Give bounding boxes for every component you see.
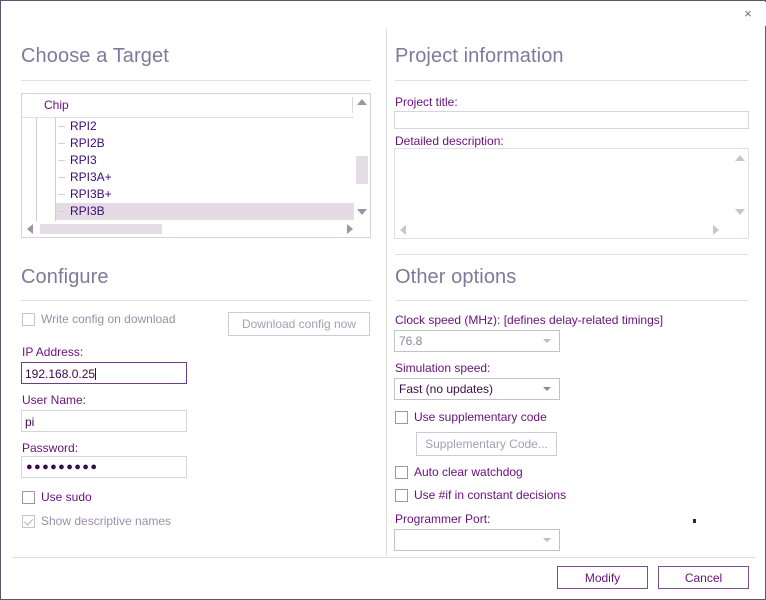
scroll-left-icon[interactable]	[400, 225, 406, 235]
tree-connector-icon	[58, 160, 65, 161]
checkbox-box-icon[interactable]	[395, 465, 408, 479]
download-config-button[interactable]: Download config now	[228, 312, 370, 336]
show-descriptive-names-checkbox: Show descriptive names	[22, 514, 171, 528]
text-caret	[95, 368, 97, 380]
choose-target-heading: Choose a Target	[21, 45, 169, 67]
footer-divider	[13, 557, 755, 558]
checkbox-box-icon	[22, 312, 35, 326]
tree-connector-icon	[58, 126, 65, 127]
chip-column-header: Chip	[44, 98, 69, 112]
scroll-up-icon[interactable]	[357, 99, 367, 105]
user-name-value: pi	[25, 415, 35, 429]
project-information-heading: Project information	[395, 45, 564, 67]
dialog-window: × Choose a Target Chip RPI2 RPI2B RPI3 R…	[0, 0, 766, 600]
configure-heading: Configure	[21, 266, 109, 288]
column-divider	[386, 29, 387, 556]
tree-item-label: RPI3A+	[70, 170, 112, 184]
tree-item-label: RPI3	[70, 153, 97, 167]
clock-speed-label: Clock speed (MHz): [defines delay-relate…	[395, 313, 664, 327]
supplementary-code-button[interactable]: Supplementary Code...	[416, 432, 557, 456]
clock-speed-combobox[interactable]: 76.8	[394, 330, 560, 352]
checkbox-box-icon[interactable]	[395, 410, 408, 424]
title-bar: ×	[2, 2, 766, 26]
use-sudo-checkbox[interactable]: Use sudo	[22, 490, 92, 504]
tree-connector-icon	[58, 194, 65, 195]
auto-clear-watchdog-checkbox[interactable]: Auto clear watchdog	[395, 465, 523, 479]
programmer-port-combobox[interactable]	[394, 529, 560, 551]
tree-item-label: RPI2	[70, 119, 97, 133]
detailed-description-label: Detailed description:	[395, 134, 504, 148]
tree-guide-line-root	[36, 118, 37, 223]
scroll-thumb[interactable]	[356, 156, 368, 184]
other-options-heading: Other options	[395, 266, 517, 288]
chip-tree-vertical-scrollbar[interactable]	[354, 94, 370, 222]
use-supplementary-code-checkbox[interactable]: Use supplementary code	[395, 410, 547, 424]
scroll-right-icon[interactable]	[713, 225, 719, 235]
ip-address-value: 192.168.0.25	[25, 367, 96, 381]
ip-address-input[interactable]: 192.168.0.25	[21, 362, 187, 384]
close-icon[interactable]: ×	[733, 3, 763, 25]
write-config-checkbox: Write config on download	[22, 312, 176, 326]
tree-connector-icon	[58, 211, 65, 212]
tree-connector-icon	[58, 177, 65, 178]
chip-tree-horizontal-scrollbar[interactable]	[22, 221, 370, 237]
choose-target-rule	[21, 80, 371, 81]
use-supplementary-code-label: Use supplementary code	[414, 410, 547, 424]
other-options-top-rule	[395, 254, 748, 255]
scroll-down-icon[interactable]	[357, 209, 367, 215]
checkbox-check-icon	[22, 514, 35, 528]
tree-item[interactable]: RPI3	[56, 152, 355, 169]
checkbox-box-icon[interactable]	[395, 488, 408, 502]
configure-rule	[21, 300, 371, 301]
description-vertical-scrollbar[interactable]	[732, 149, 748, 222]
user-name-input[interactable]: pi	[21, 410, 187, 432]
project-information-rule	[395, 80, 748, 81]
clock-speed-value: 76.8	[399, 334, 423, 348]
tree-item-selected[interactable]: RPI3B	[56, 203, 355, 220]
scroll-right-icon[interactable]	[347, 224, 353, 234]
use-if-constant-decisions-checkbox[interactable]: Use #if in constant decisions	[395, 488, 566, 502]
tree-item[interactable]: RPI3B+	[56, 186, 355, 203]
use-sudo-label: Use sudo	[41, 490, 92, 504]
simulation-speed-combobox[interactable]: Fast (no updates)	[394, 378, 560, 400]
other-options-rule	[395, 300, 748, 301]
scroll-thumb[interactable]	[40, 224, 162, 234]
chip-header-separator	[352, 97, 353, 113]
ip-address-label: IP Address:	[22, 345, 84, 359]
tree-item-label: RPI2B	[70, 136, 105, 150]
chip-tree-header: Chip	[22, 94, 355, 118]
modify-button[interactable]: Modify	[557, 566, 648, 589]
chip-tree-body: RPI2 RPI2B RPI3 RPI3A+ RPI3B+ RPI3B	[22, 118, 355, 223]
project-title-input[interactable]	[394, 111, 749, 129]
auto-clear-watchdog-label: Auto clear watchdog	[414, 465, 523, 479]
tree-item[interactable]: RPI2	[56, 118, 355, 135]
detailed-description-textarea[interactable]	[394, 148, 749, 239]
simulation-speed-value: Fast (no updates)	[399, 382, 494, 396]
scroll-up-icon[interactable]	[735, 155, 745, 161]
description-horizontal-scrollbar[interactable]	[395, 222, 732, 238]
tree-item[interactable]: RPI3A+	[56, 169, 355, 186]
scroll-down-icon[interactable]	[735, 209, 745, 215]
programmer-port-label: Programmer Port:	[395, 512, 491, 526]
stray-dot-marker	[693, 519, 696, 523]
show-descriptive-names-label: Show descriptive names	[41, 514, 172, 528]
tree-item-label: RPI3B	[70, 204, 105, 218]
simulation-speed-label: Simulation speed:	[395, 361, 491, 375]
project-title-label: Project title:	[395, 95, 458, 109]
cancel-button[interactable]: Cancel	[658, 566, 749, 589]
write-config-label: Write config on download	[41, 312, 176, 326]
chip-tree[interactable]: Chip RPI2 RPI2B RPI3 RPI3A+ RPI3B+ RPI3B	[21, 93, 371, 238]
checkbox-box-icon[interactable]	[22, 490, 35, 504]
tree-connector-icon	[58, 143, 65, 144]
chevron-down-icon[interactable]	[543, 339, 551, 343]
user-name-label: User Name:	[22, 393, 87, 407]
password-input[interactable]: ●●●●●●●●●	[21, 456, 187, 478]
chevron-down-icon[interactable]	[543, 387, 551, 391]
use-if-constant-decisions-label: Use #if in constant decisions	[414, 488, 567, 502]
tree-item-label: RPI3B+	[70, 187, 112, 201]
password-label: Password:	[22, 441, 79, 455]
scroll-left-icon[interactable]	[27, 224, 33, 234]
tree-item[interactable]: RPI2B	[56, 135, 355, 152]
chevron-down-icon[interactable]	[543, 538, 551, 542]
